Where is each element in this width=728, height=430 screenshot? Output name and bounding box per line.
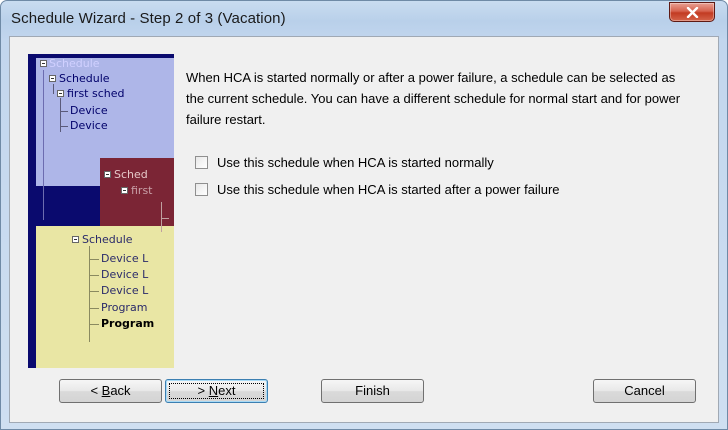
next-prefix: > [197, 383, 209, 398]
cancel-label: Cancel [624, 383, 665, 398]
expander-icon [57, 90, 64, 97]
next-mnemonic: N [208, 383, 219, 398]
cancel-button[interactable]: Cancel [593, 379, 696, 403]
title-bar[interactable]: Schedule Wizard - Step 2 of 3 (Vacation) [1, 1, 727, 35]
start-normally-option[interactable]: Use this schedule when HCA is started no… [195, 154, 494, 170]
start-normally-checkbox[interactable] [195, 155, 208, 169]
illustration-label: Device L [101, 268, 149, 281]
power-failure-checkbox[interactable] [195, 182, 208, 196]
finish-label: Finish [355, 383, 390, 398]
window-title: Schedule Wizard - Step 2 of 3 (Vacation) [11, 10, 286, 27]
illustration-label: Schedule [82, 233, 133, 246]
next-button[interactable]: > Next [165, 379, 268, 403]
illustration-panel-yellow [36, 226, 174, 368]
illustration-label: first sched [67, 87, 125, 100]
back-button[interactable]: < Back [59, 379, 162, 403]
expander-icon [104, 171, 111, 178]
close-button[interactable] [669, 2, 715, 22]
illustration-label: Program [101, 301, 148, 314]
start-normally-label[interactable]: Use this schedule when HCA is started no… [217, 155, 494, 170]
illustration-label: Schedule [59, 72, 110, 85]
wizard-description: When HCA is started normally or after a … [186, 70, 681, 127]
expander-icon [72, 236, 79, 243]
illustration-label: Program [101, 317, 155, 330]
power-failure-option[interactable]: Use this schedule when HCA is started af… [195, 181, 560, 197]
wizard-illustration: Schedule Schedule first sched Device Dev… [28, 54, 174, 368]
illustration-label: Device L [101, 252, 149, 265]
wizard-window: Schedule Wizard - Step 2 of 3 (Vacation)… [0, 0, 728, 430]
wizard-client-area: Schedule Schedule first sched Device Dev… [9, 36, 719, 423]
illustration-label: first [131, 184, 153, 197]
expander-icon [49, 75, 56, 82]
next-label: ext [218, 383, 236, 398]
expander-icon [40, 60, 47, 67]
close-icon [686, 7, 699, 18]
expander-icon [121, 187, 128, 194]
illustration-label: Device [70, 104, 108, 117]
illustration-label: Device L [101, 284, 149, 297]
back-prefix: < [90, 383, 102, 398]
illustration-label: Device [70, 119, 108, 132]
illustration-label: Schedule [49, 57, 100, 70]
back-label: ack [110, 383, 131, 398]
finish-button[interactable]: Finish [321, 379, 424, 403]
power-failure-label[interactable]: Use this schedule when HCA is started af… [217, 182, 560, 197]
illustration-label: Sched [114, 168, 148, 181]
